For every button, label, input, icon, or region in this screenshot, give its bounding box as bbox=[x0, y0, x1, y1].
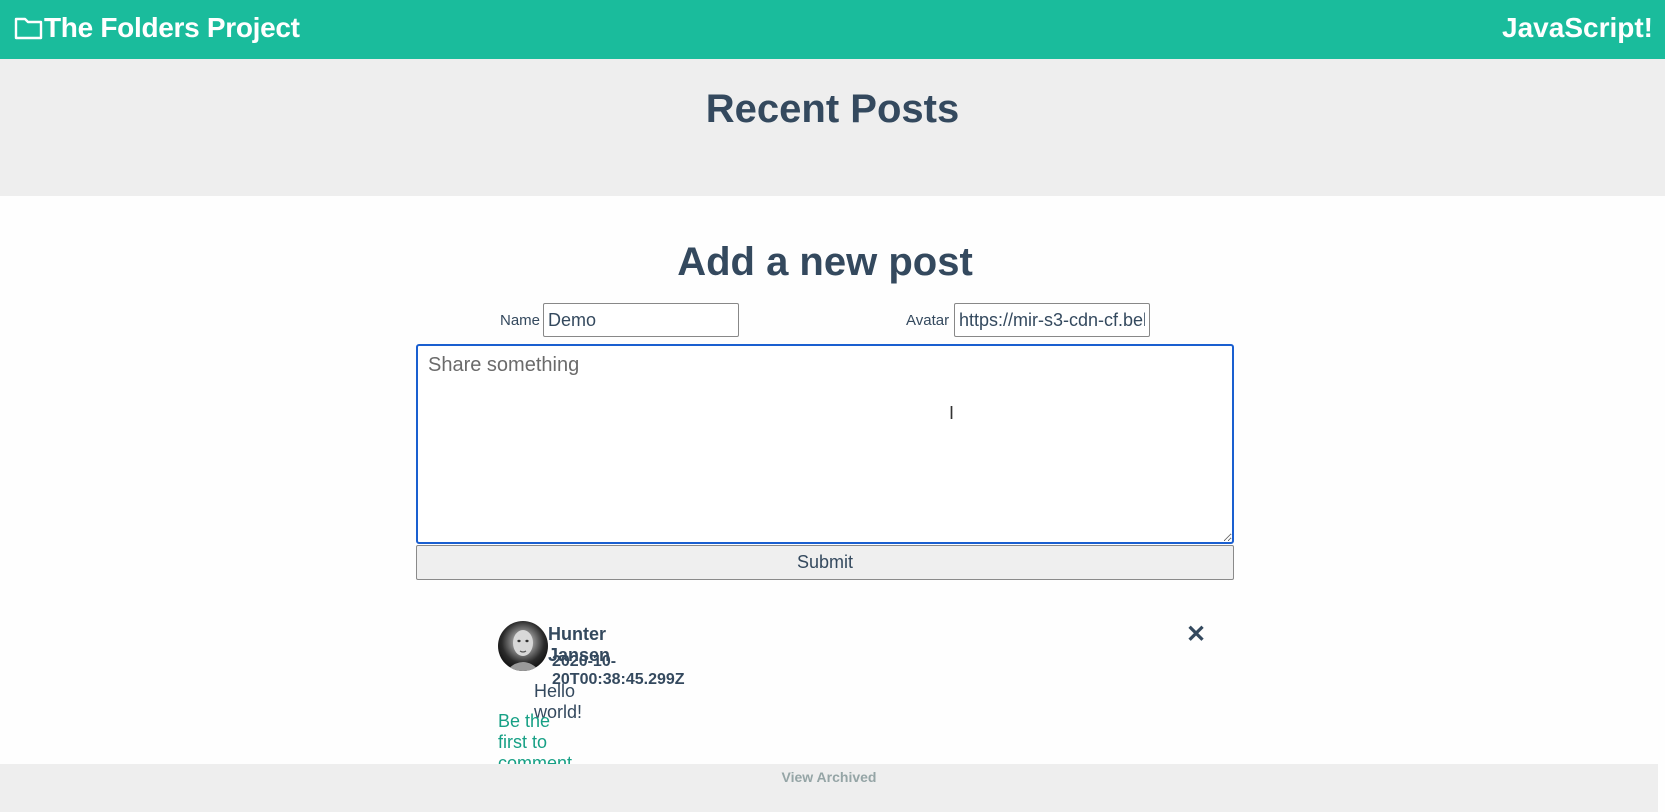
view-archived-link[interactable]: View Archived bbox=[0, 769, 1658, 785]
name-label: Name bbox=[500, 312, 541, 329]
avatar bbox=[498, 621, 548, 671]
javascript-link[interactable]: JavaScript! bbox=[1502, 12, 1653, 44]
brand-link[interactable]: The Folders Project bbox=[14, 12, 300, 44]
form-title: Add a new post bbox=[677, 240, 973, 284]
footer: View Archived bbox=[0, 764, 1658, 812]
folder-icon bbox=[14, 13, 44, 43]
avatar-label: Avatar bbox=[906, 312, 950, 329]
submit-button[interactable]: Submit bbox=[416, 545, 1234, 580]
brand-title: The Folders Project bbox=[44, 12, 300, 43]
name-input[interactable] bbox=[543, 303, 739, 337]
close-icon[interactable]: ✕ bbox=[1186, 623, 1206, 647]
top-navbar: The Folders Project JavaScript! bbox=[0, 0, 1665, 59]
post-body-textarea[interactable] bbox=[416, 344, 1234, 544]
text-cursor-icon: I bbox=[949, 403, 955, 423]
hero-banner: Recent Posts bbox=[0, 59, 1665, 196]
page-title: Recent Posts bbox=[705, 87, 960, 131]
avatar-input[interactable] bbox=[954, 303, 1150, 337]
